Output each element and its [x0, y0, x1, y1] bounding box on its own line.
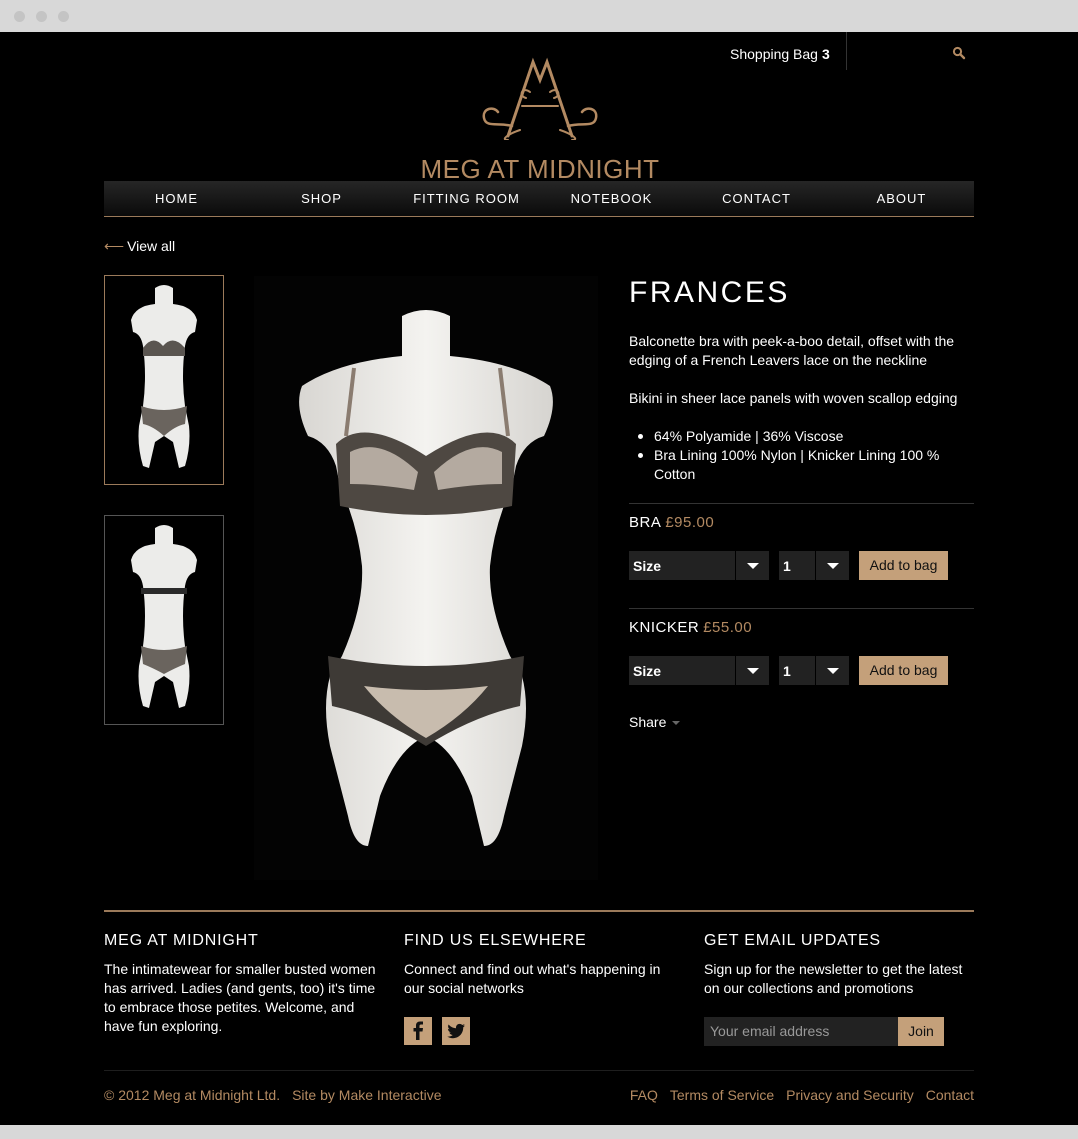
browser-bottom-edge	[0, 1125, 1078, 1139]
brand-monogram-icon	[482, 57, 598, 140]
footer-link-faq[interactable]: FAQ	[630, 1087, 658, 1103]
product-thumbnail-front[interactable]	[104, 275, 224, 485]
facebook-link[interactable]	[404, 1017, 432, 1045]
site-credit-link[interactable]: Site by Make Interactive	[292, 1087, 441, 1103]
chevron-down-icon	[735, 656, 769, 685]
bra-quantity-select[interactable]: 1	[779, 551, 849, 580]
twitter-icon	[447, 1023, 465, 1039]
knicker-price-line: KNICKER £55.00	[629, 619, 752, 636]
footer-links: FAQ Terms of Service Privacy and Securit…	[630, 1087, 974, 1103]
knicker-price: £55.00	[703, 619, 753, 636]
nav-item-home[interactable]: HOME	[104, 181, 249, 216]
knicker-quantity-value: 1	[783, 662, 791, 679]
mannequin-front-image	[131, 285, 197, 468]
divider	[629, 503, 974, 504]
footer-link-terms[interactable]: Terms of Service	[670, 1087, 774, 1103]
product-features-list: 64% Polyamide | 36% Viscose Bra Lining 1…	[629, 427, 974, 484]
footer-about-title: MEG AT MIDNIGHT	[104, 932, 259, 949]
browser-chrome	[0, 0, 1078, 32]
chevron-down-icon	[735, 551, 769, 580]
topbar-divider	[846, 32, 847, 70]
bra-size-value: Size	[633, 557, 662, 574]
chevron-down-icon	[815, 656, 849, 685]
footer-link-contact[interactable]: Contact	[926, 1087, 974, 1103]
nav-item-about[interactable]: ABOUT	[829, 181, 974, 216]
bra-size-select[interactable]: Size	[629, 551, 769, 580]
knicker-add-to-bag-button[interactable]: Add to bag	[859, 656, 948, 685]
shopping-bag-label: Shopping Bag	[730, 46, 818, 62]
page: Shopping Bag 3 MEG AT MIDNIGHT HOME SHOP …	[0, 32, 1078, 1125]
knicker-size-value: Size	[633, 662, 662, 679]
share-label: Share	[629, 714, 667, 730]
divider	[629, 608, 974, 609]
brand-logo[interactable]: MEG AT MIDNIGHT	[420, 56, 660, 184]
left-arrow-icon: ⟵	[104, 238, 125, 254]
window-maximize-dot	[58, 11, 69, 22]
footer-about-text: The intimatewear for smaller busted wome…	[104, 961, 376, 1034]
share-dropdown[interactable]: Share	[629, 714, 681, 730]
twitter-link[interactable]	[442, 1017, 470, 1045]
nav-item-notebook[interactable]: NOTEBOOK	[539, 181, 684, 216]
product-main-image	[254, 276, 598, 880]
footer-newsletter-title: GET EMAIL UPDATES	[704, 932, 881, 949]
shopping-bag-count: 3	[821, 46, 830, 62]
bra-price: £95.00	[665, 514, 715, 531]
copyright-text: © 2012 Meg at Midnight Ltd.	[104, 1087, 281, 1103]
feature-item: Bra Lining 100% Nylon | Knicker Lining 1…	[629, 446, 974, 484]
footer-bottom-divider	[104, 1070, 974, 1071]
bra-quantity-value: 1	[783, 557, 791, 574]
join-button[interactable]: Join	[898, 1017, 944, 1046]
feature-item: 64% Polyamide | 36% Viscose	[629, 427, 974, 446]
product-description-bra: Balconette bra with peek-a-boo detail, o…	[629, 333, 955, 368]
knicker-quantity-select[interactable]: 1	[779, 656, 849, 685]
knicker-label: KNICKER	[629, 619, 700, 636]
email-input[interactable]: Your email address	[704, 1017, 898, 1046]
shopping-bag-link[interactable]: Shopping Bag 3	[730, 46, 830, 62]
knicker-size-select[interactable]: Size	[629, 656, 769, 685]
caret-down-icon	[672, 721, 681, 726]
footer-divider	[104, 910, 974, 912]
window-minimize-dot	[36, 11, 47, 22]
mannequin-back-image	[131, 525, 197, 708]
window-close-dot	[14, 11, 25, 22]
footer-social-title: FIND US ELSEWHERE	[404, 932, 587, 949]
search-icon[interactable]	[952, 46, 966, 60]
bra-add-to-bag-button[interactable]: Add to bag	[859, 551, 948, 580]
nav-item-shop[interactable]: SHOP	[249, 181, 394, 216]
bra-price-line: BRA £95.00	[629, 514, 714, 531]
footer-link-privacy[interactable]: Privacy and Security	[786, 1087, 914, 1103]
main-nav: HOME SHOP FITTING ROOM NOTEBOOK CONTACT …	[104, 181, 974, 217]
mannequin-main-image	[299, 310, 553, 846]
facebook-icon	[413, 1021, 423, 1040]
product-description-bikini: Bikini in sheer lace panels with woven s…	[629, 390, 958, 406]
footer-newsletter-text: Sign up for the newsletter to get the la…	[704, 961, 963, 996]
footer-credits: © 2012 Meg at Midnight Ltd. Site by Make …	[104, 1087, 442, 1103]
nav-item-contact[interactable]: CONTACT	[684, 181, 829, 216]
product-title: FRANCES	[629, 276, 790, 309]
footer-social-text: Connect and find out what's happening in…	[404, 961, 661, 996]
view-all-link[interactable]: ⟵ View all	[104, 238, 175, 255]
view-all-label: View all	[127, 238, 176, 254]
product-thumbnail-back[interactable]	[104, 515, 224, 725]
bra-label: BRA	[629, 514, 662, 531]
nav-item-fitting-room[interactable]: FITTING ROOM	[394, 181, 539, 216]
chevron-down-icon	[815, 551, 849, 580]
